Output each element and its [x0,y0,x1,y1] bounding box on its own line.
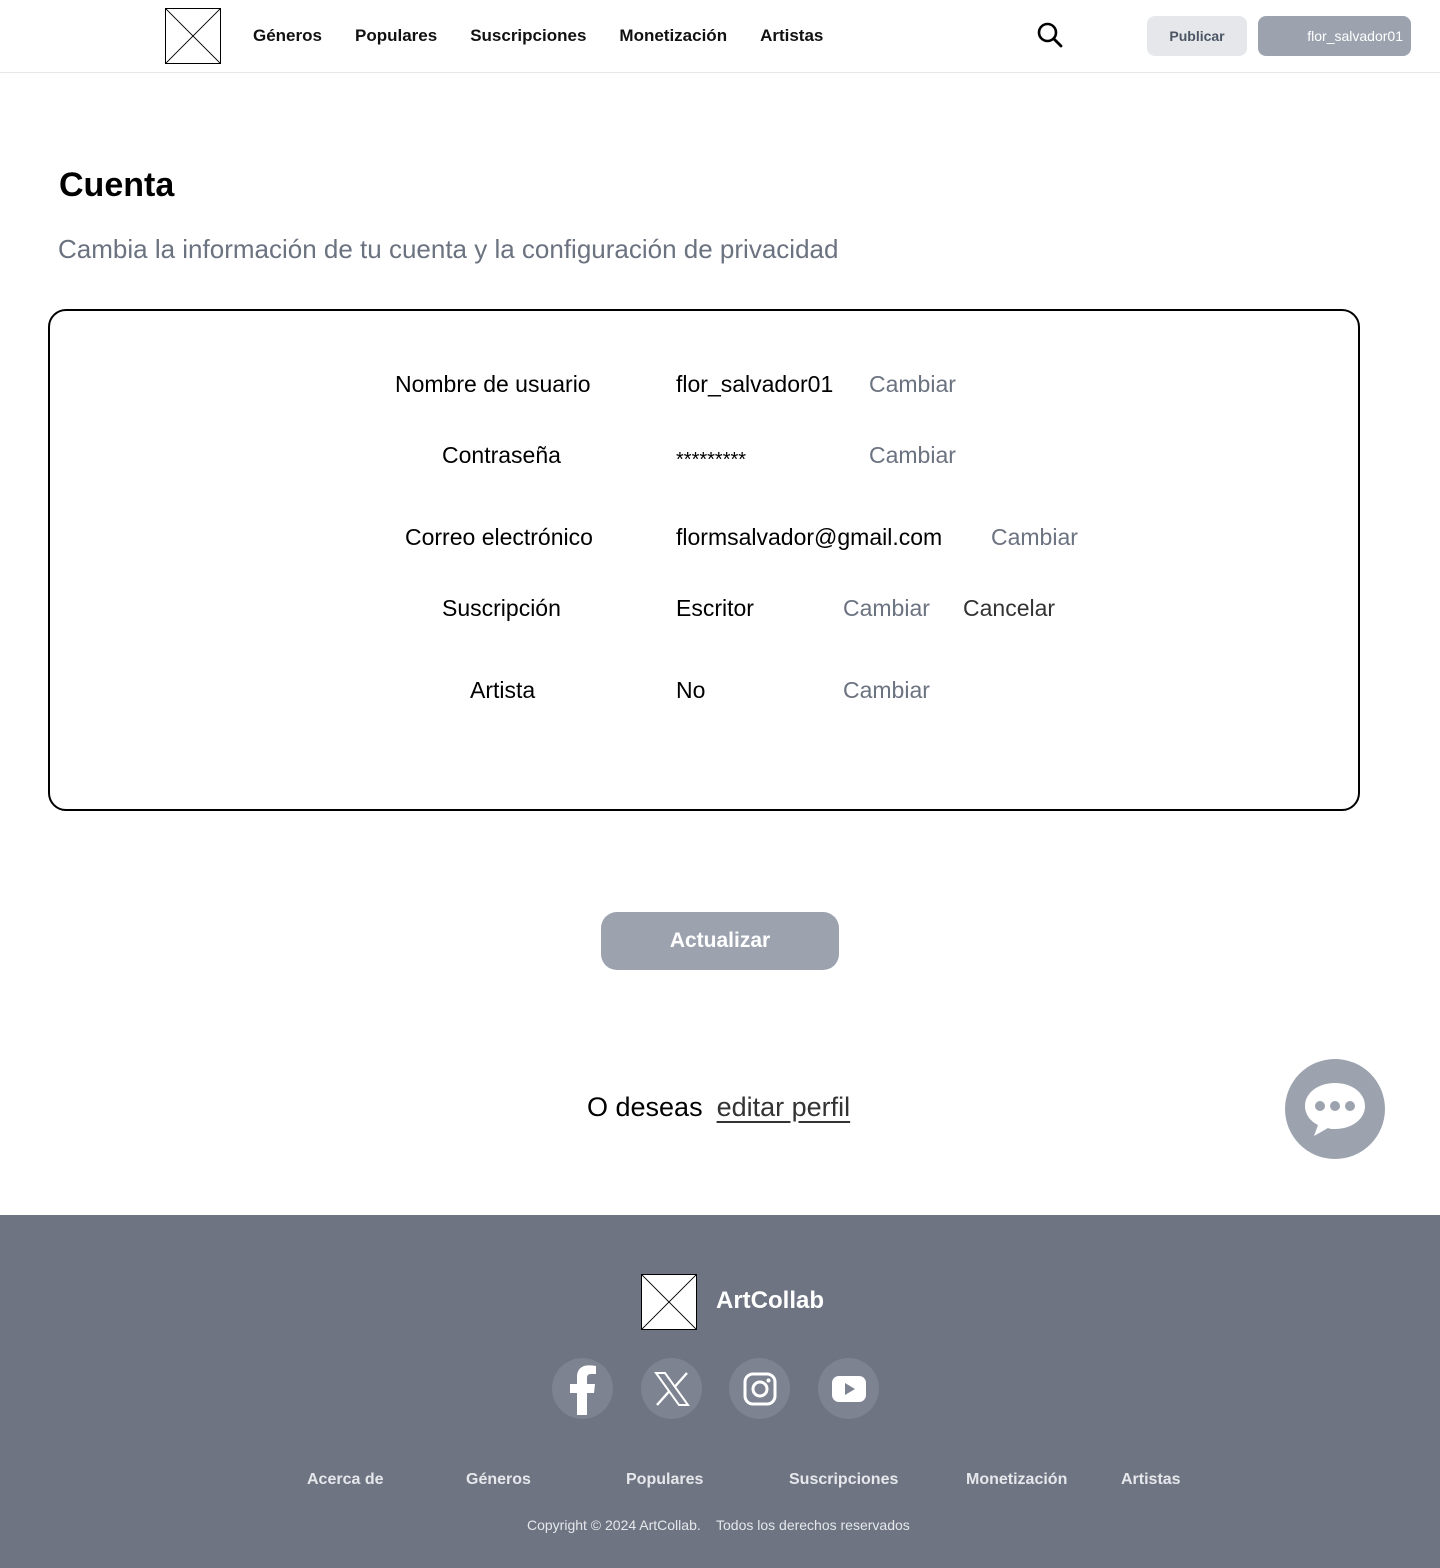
cancel-subscription-link[interactable]: Cancelar [963,595,1055,622]
subscription-label: Suscripción [442,595,561,621]
instagram-icon[interactable] [729,1358,790,1419]
nav-item-populares[interactable]: Populares [355,24,437,48]
edit-profile-prompt: O deseas editar perfil [587,1092,850,1123]
footer-link-acerca[interactable]: Acerca de [307,1471,384,1489]
footer-link-suscripciones[interactable]: Suscripciones [789,1471,898,1489]
email-label: Correo electrónico [405,524,593,550]
rights-text: Todos los derechos reservados [716,1517,910,1533]
nav-item-generos[interactable]: Géneros [253,24,322,48]
nav-item-monetizacion[interactable]: Monetización [619,24,727,48]
username-label: Nombre de usuario [395,371,591,397]
x-icon[interactable] [641,1358,702,1419]
user-menu-button[interactable]: flor_salvador01 [1258,16,1411,56]
facebook-icon[interactable] [552,1358,613,1419]
chat-bubble-icon[interactable] [1285,1059,1385,1159]
subscription-value: Escritor [676,595,754,621]
account-settings-card: Nombre de usuario flor_salvador01 Cambia… [48,309,1360,811]
footer-link-artistas[interactable]: Artistas [1121,1471,1181,1489]
password-value: ********* [676,449,747,471]
change-subscription-link[interactable]: Cambiar [843,595,930,622]
username-value: flor_salvador01 [676,371,834,397]
top-header: Géneros Populares Suscripciones Monetiza… [0,0,1440,73]
footer-brand: ArtCollab [716,1287,824,1314]
youtube-icon[interactable] [818,1358,879,1419]
change-username-link[interactable]: Cambiar [869,371,956,398]
footer-link-monetizacion[interactable]: Monetización [966,1471,1067,1489]
email-value: flormsalvador@gmail.com [676,524,943,550]
change-artist-link[interactable]: Cambiar [843,677,930,704]
site-footer: ArtCollab Acerca de Géneros Populares Su… [0,1215,1440,1568]
main-nav: Géneros Populares Suscripciones Monetiza… [253,24,856,48]
nav-item-artistas[interactable]: Artistas [760,24,823,48]
change-email-link[interactable]: Cambiar [991,524,1078,551]
artist-value: No [676,677,706,703]
page-title: Cuenta [59,166,175,204]
footer-link-populares[interactable]: Populares [626,1471,703,1489]
search-icon[interactable] [1036,21,1064,49]
nav-item-suscripciones[interactable]: Suscripciones [470,24,586,48]
footer-logo-icon[interactable] [641,1274,697,1330]
change-password-link[interactable]: Cambiar [869,442,956,469]
publish-button[interactable]: Publicar [1147,16,1247,56]
placeholder-image-icon[interactable] [165,8,221,64]
footer-link-generos[interactable]: Géneros [466,1471,531,1489]
password-label: Contraseña [442,442,561,468]
edit-profile-link[interactable]: editar perfil [717,1092,851,1122]
edit-profile-prompt-text: O deseas [587,1092,703,1122]
artist-label: Artista [470,677,536,703]
update-button[interactable]: Actualizar [601,912,839,970]
page-subtitle: Cambia la información de tu cuenta y la … [58,234,839,264]
copyright-text: Copyright © 2024 ArtCollab. [527,1517,701,1533]
